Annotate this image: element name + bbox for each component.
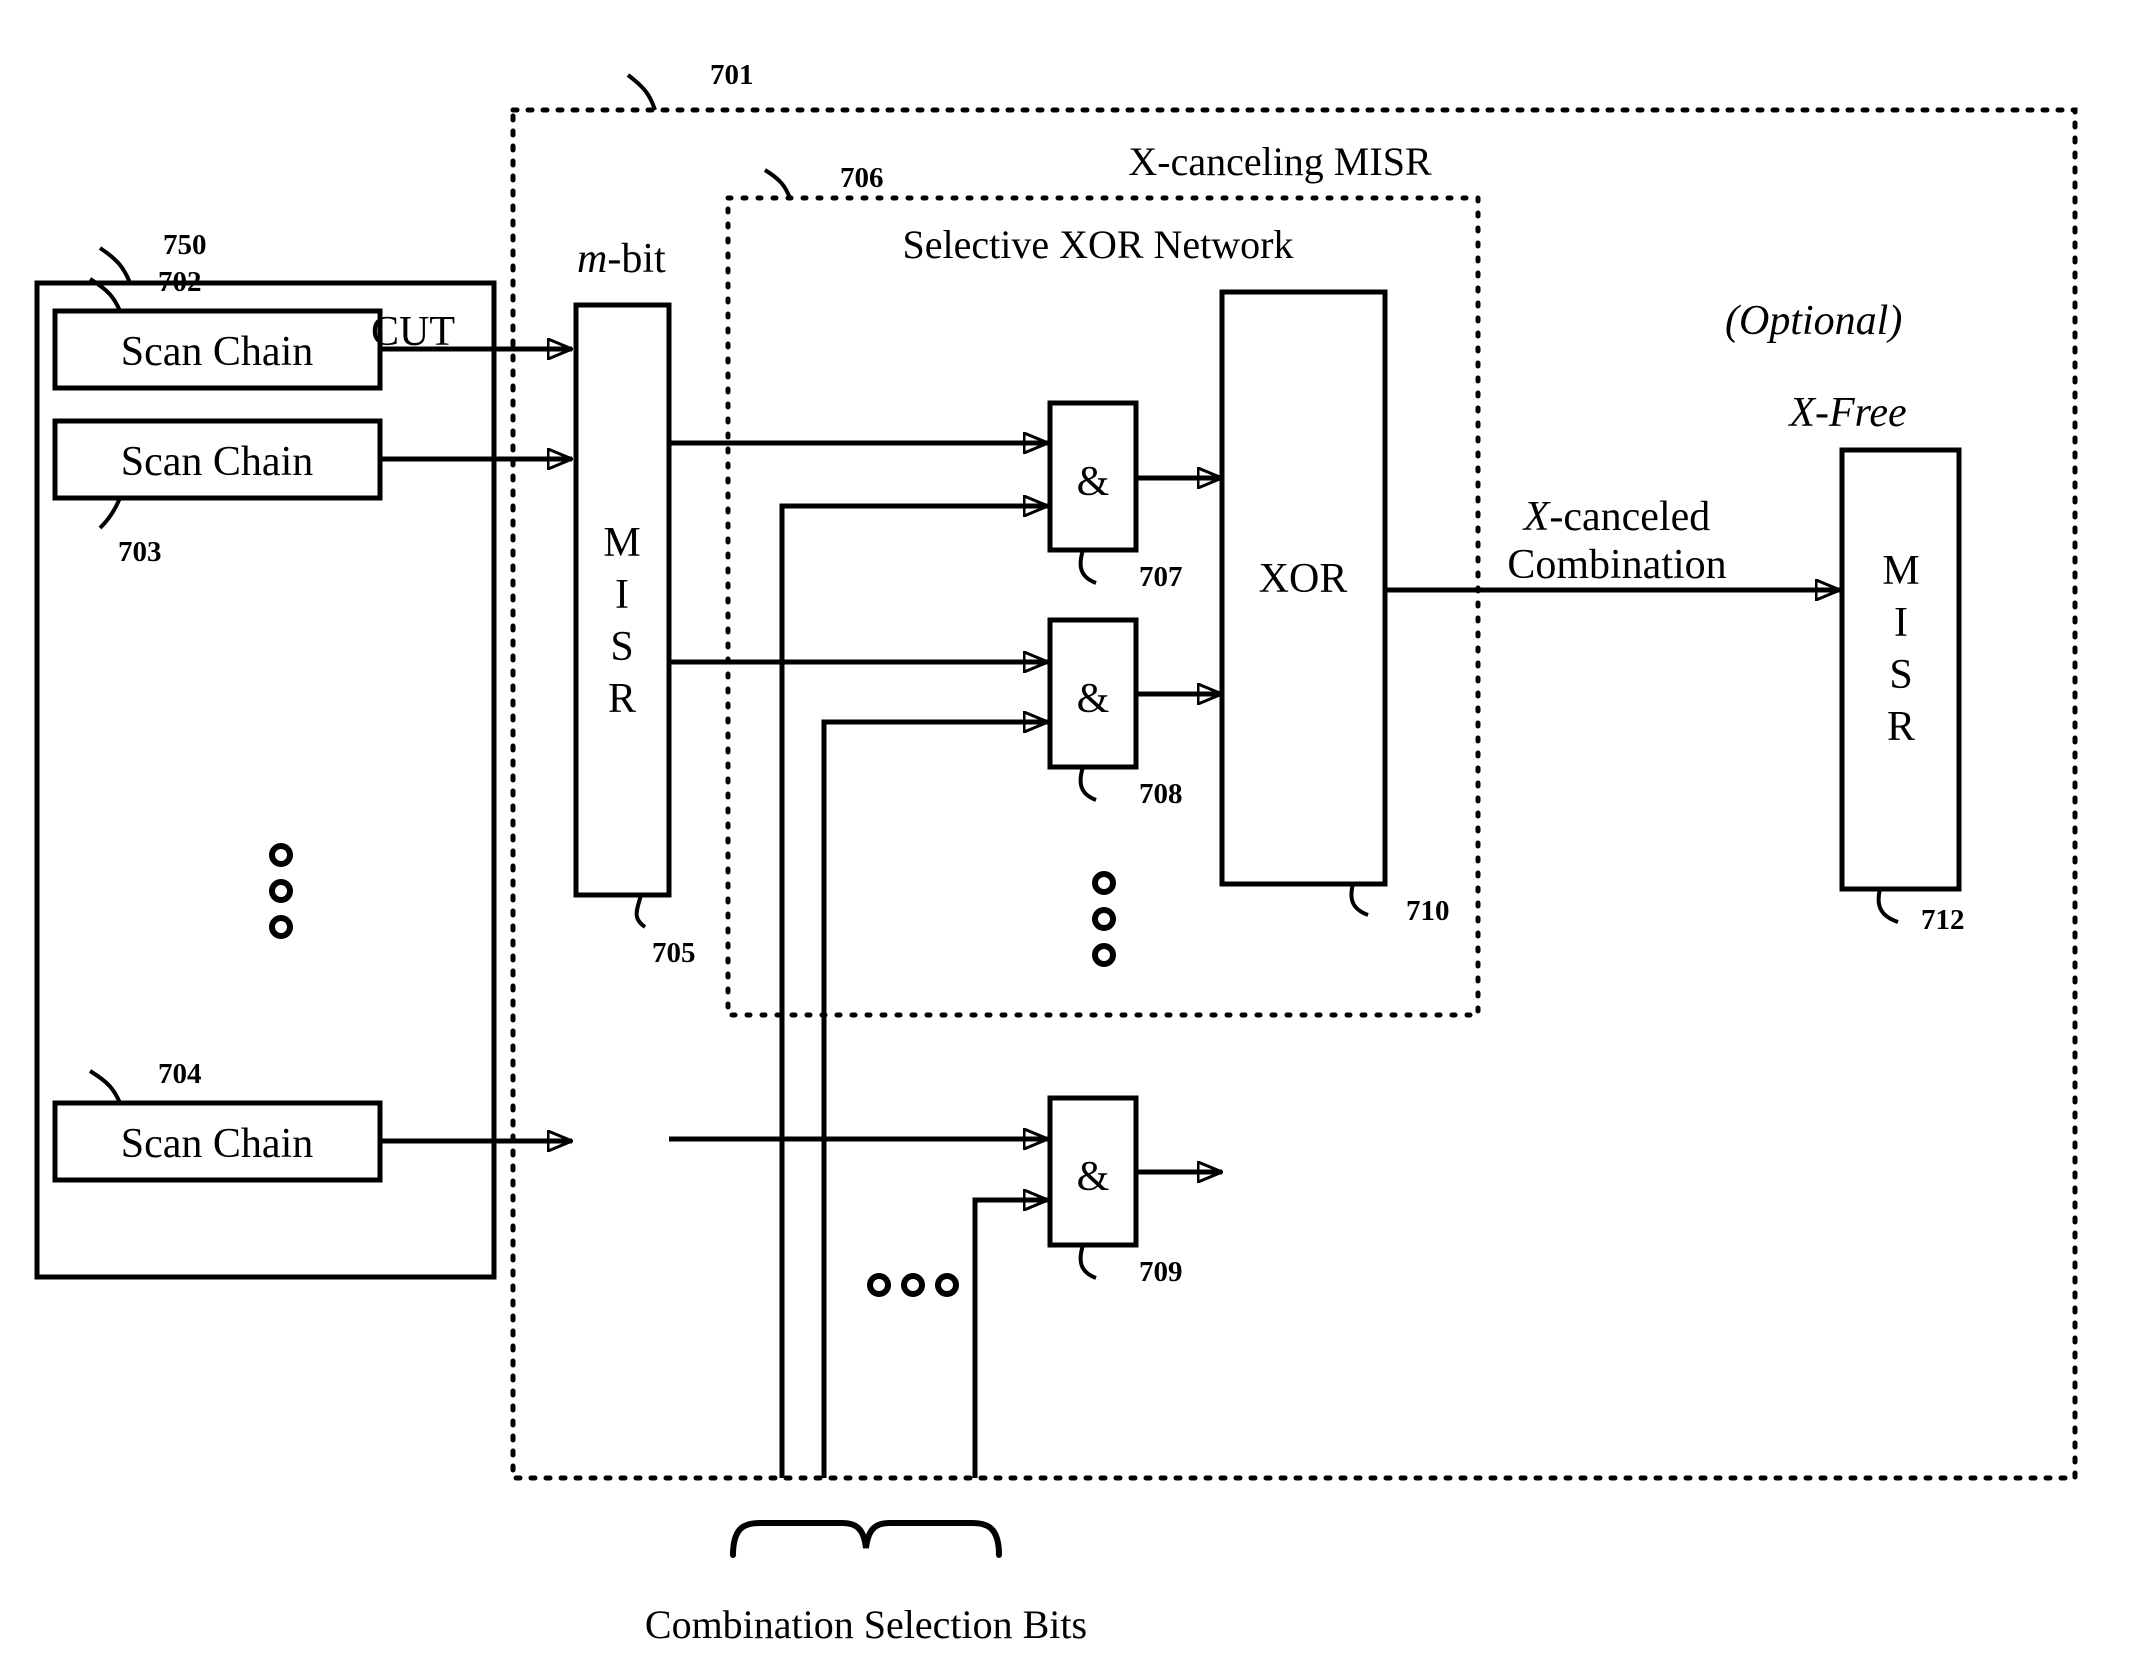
bus-horizontal-ellipsis [867, 1273, 959, 1297]
xfree-misr-letter-r: R [1887, 704, 1915, 750]
and-gate-707-symbol: & [1077, 459, 1110, 505]
and-gate-708-symbol: & [1077, 676, 1110, 722]
output-signal-canceled: -canceled [1549, 494, 1710, 540]
ref-710: 710 [1406, 895, 1450, 927]
m-bit-caption: m-bit [577, 236, 666, 282]
x-free-label: X-Free [1787, 390, 1906, 436]
xfree-misr-letter-s: S [1889, 652, 1912, 698]
bus-selection-bit-b [821, 722, 1048, 1478]
leader-706 [763, 168, 792, 199]
xor-block-label: XOR [1259, 556, 1348, 602]
output-signal-line2: Combination [1507, 542, 1726, 588]
ref-705: 705 [652, 937, 696, 969]
ref-712: 712 [1921, 904, 1965, 936]
selection-bits-brace [730, 1520, 1002, 1558]
x-free-x: X [1787, 390, 1817, 436]
cut-vertical-ellipsis [269, 843, 293, 939]
leader-708 [1078, 766, 1097, 802]
leader-707 [1078, 549, 1097, 585]
ref-704: 704 [158, 1058, 202, 1090]
ref-701: 701 [710, 59, 754, 91]
x-free-rest: -Free [1815, 390, 1907, 436]
output-signal-x: X [1522, 494, 1552, 540]
bottom-caption: Combination Selection Bits [645, 1602, 1087, 1647]
leader-709 [1078, 1244, 1097, 1280]
m-bit-rest: -bit [607, 236, 666, 282]
outer-block-title: X-canceling MISR [1128, 139, 1432, 184]
leader-712 [1876, 888, 1899, 924]
and-gate-709-symbol: & [1077, 1154, 1110, 1200]
figure-canvas: 701 X-canceling MISR 750 CUT Scan Chain … [0, 0, 2151, 1679]
leader-750 [98, 246, 132, 284]
selective-xor-network-title: Selective XOR Network [902, 222, 1293, 267]
ref-709: 709 [1139, 1256, 1183, 1288]
leader-705 [634, 894, 647, 929]
patent-diagram-svg: 701 X-canceling MISR 750 CUT Scan Chain … [34, 59, 2078, 1647]
misr-letter-r: R [608, 676, 636, 722]
misr-letter-s: S [610, 624, 633, 670]
m-bit-italic: m [577, 236, 607, 282]
ref-708: 708 [1139, 778, 1183, 810]
leader-704 [88, 1069, 122, 1104]
and-gate-vertical-ellipsis [1092, 871, 1116, 967]
ref-703: 703 [118, 536, 162, 568]
optional-label: (Optional) [1725, 298, 1902, 344]
output-signal-line1: X-canceled [1522, 494, 1711, 540]
leader-703 [98, 497, 122, 530]
scan-chain-702-label: Scan Chain [121, 329, 313, 375]
scan-chain-703-label: Scan Chain [121, 439, 313, 485]
scan-chain-704-label: Scan Chain [121, 1121, 313, 1167]
ref-707: 707 [1139, 561, 1183, 593]
leader-701 [626, 73, 657, 111]
xfree-misr-letter-i: I [1894, 600, 1908, 646]
misr-letter-m: M [603, 520, 640, 566]
bus-selection-bit-c [972, 1200, 1048, 1478]
ref-750: 750 [163, 229, 207, 261]
misr-letter-i: I [615, 572, 629, 618]
ref-706: 706 [840, 162, 884, 194]
xfree-misr-letter-m: M [1882, 548, 1919, 594]
leader-710 [1349, 883, 1369, 917]
ref-702: 702 [158, 266, 202, 298]
